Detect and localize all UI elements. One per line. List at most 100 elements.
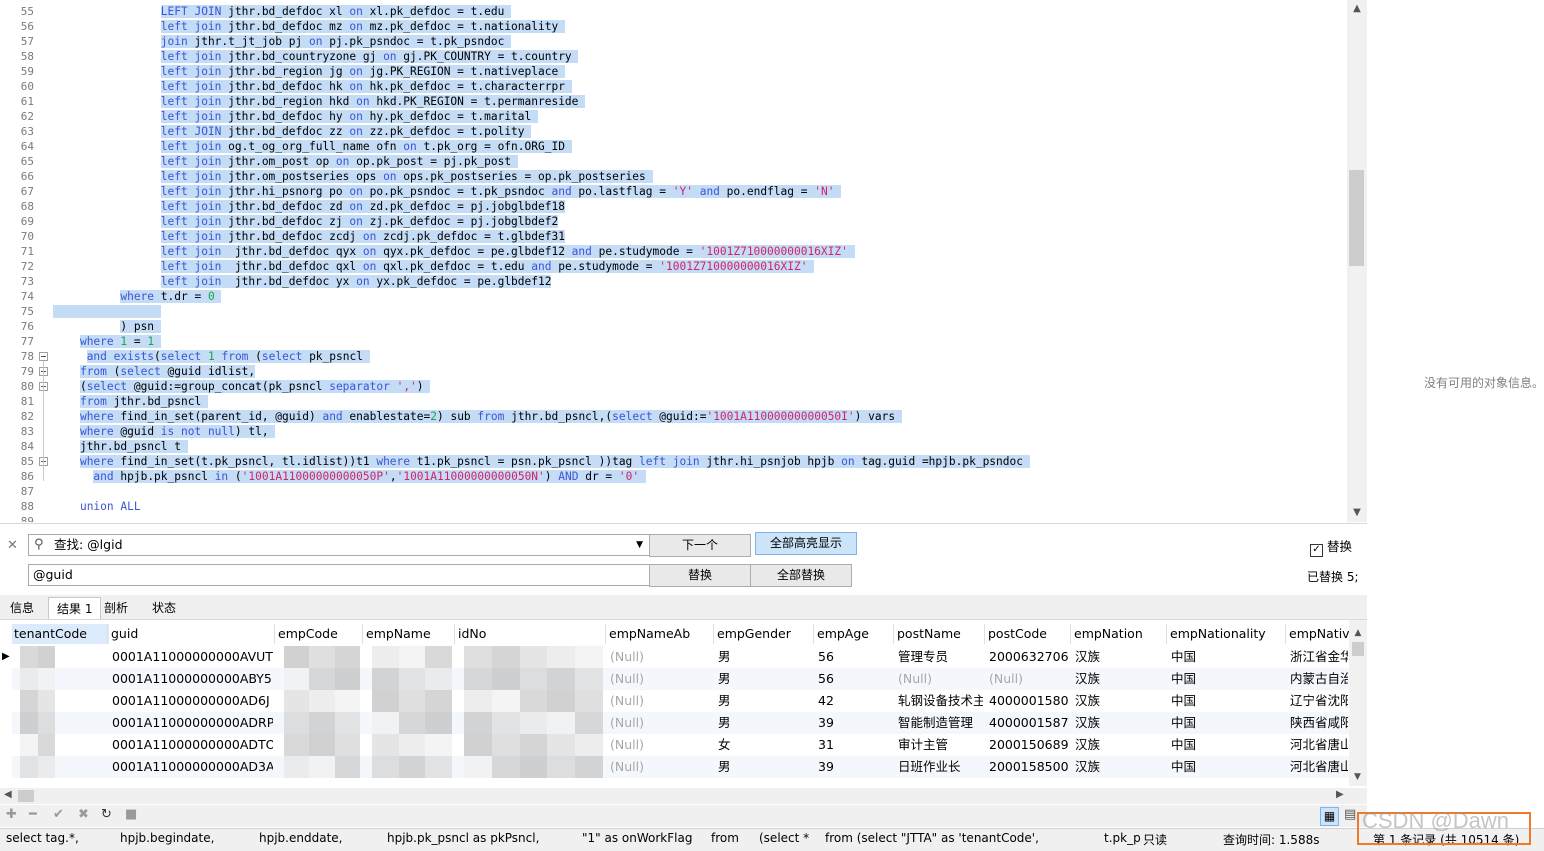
scroll-down-icon[interactable]: ▼ bbox=[1354, 772, 1361, 782]
find-next-button[interactable]: 下一个 bbox=[649, 534, 751, 557]
table-cell[interactable]: (Null) bbox=[898, 668, 983, 690]
column-separator[interactable] bbox=[454, 624, 455, 644]
code-line[interactable]: and hpjb.pk_psncl in ('1001A110000000000… bbox=[53, 469, 646, 484]
table-row[interactable]: 0001A11000000000AVUT (Null) 男 56 管理专员 2000632… bbox=[12, 646, 1349, 668]
column-header[interactable]: empGender bbox=[715, 624, 815, 644]
fold-toggle-icon[interactable] bbox=[39, 352, 48, 361]
scroll-right-icon[interactable]: ▶ bbox=[1336, 789, 1344, 800]
column-header[interactable]: empNameAb bbox=[607, 624, 715, 644]
table-cell[interactable]: 39 bbox=[818, 712, 892, 734]
table-cell[interactable]: 男 bbox=[718, 712, 812, 734]
column-header[interactable]: empCode bbox=[276, 624, 364, 644]
scroll-up-icon[interactable]: ▲ bbox=[1349, 628, 1367, 638]
replace-all-button[interactable]: 全部替换 bbox=[750, 564, 852, 587]
table-cell[interactable]: 中国 bbox=[1171, 734, 1284, 756]
code-line[interactable]: left join og.t_og_org_full_name ofn on t… bbox=[53, 139, 572, 154]
table-cell[interactable]: (Null) bbox=[610, 668, 712, 690]
table-cell[interactable]: (Null) bbox=[610, 646, 712, 668]
editor-vertical-scrollbar[interactable]: ▲ ▼ bbox=[1347, 0, 1367, 522]
code-line[interactable]: left join jthr.om_postseries ops on ops.… bbox=[53, 169, 653, 184]
code-line[interactable]: where find_in_set(parent_id, @guid) and … bbox=[53, 409, 902, 424]
result-grid[interactable]: tenantCode guid empCode empName idNo empNameA… bbox=[0, 620, 1367, 786]
table-cell[interactable]: 汉族 bbox=[1075, 756, 1165, 778]
table-cell[interactable]: 汉族 bbox=[1075, 668, 1165, 690]
table-cell[interactable]: 40000015872 bbox=[989, 712, 1069, 734]
code-line[interactable]: union ALL bbox=[53, 499, 141, 514]
table-cell[interactable]: 男 bbox=[718, 668, 812, 690]
column-separator[interactable] bbox=[984, 624, 985, 644]
table-cell[interactable]: 河北省唐山 bbox=[1290, 734, 1348, 756]
column-separator[interactable] bbox=[107, 624, 108, 644]
table-cell[interactable]: 中国 bbox=[1171, 646, 1284, 668]
table-cell[interactable]: 0001A11000000000ADRP bbox=[112, 712, 273, 734]
code-line[interactable]: where t.dr = 0 bbox=[53, 289, 222, 304]
column-header[interactable]: empNation bbox=[1072, 624, 1168, 644]
table-cell[interactable]: 39 bbox=[818, 756, 892, 778]
table-cell[interactable]: 男 bbox=[718, 756, 812, 778]
grid-vertical-scrollbar[interactable]: ▲ ▼ bbox=[1349, 620, 1367, 786]
table-cell[interactable]: 56 bbox=[818, 668, 892, 690]
table-cell[interactable]: 男 bbox=[718, 646, 812, 668]
code-line[interactable]: left join jthr.bd_defdoc zd on zd.pk_def… bbox=[53, 199, 565, 214]
code-line[interactable]: left join jthr.bd_defdoc mz on mz.pk_def… bbox=[53, 19, 565, 34]
replace-checkbox[interactable]: ✓ 替换 bbox=[1310, 536, 1352, 557]
table-cell[interactable]: 浙江省金华 bbox=[1290, 646, 1348, 668]
apply-icon[interactable]: ✔ bbox=[53, 807, 64, 822]
table-cell[interactable]: 中国 bbox=[1171, 712, 1284, 734]
code-line[interactable]: join jthr.t_jt_job pj on pj.pk_psndoc = … bbox=[53, 34, 512, 49]
code-line[interactable]: left JOIN jthr.bd_defdoc zz on zz.pk_def… bbox=[53, 124, 532, 139]
code-line[interactable]: left join jthr.bd_defdoc yx on yx.pk_def… bbox=[53, 274, 552, 289]
table-cell[interactable]: 日班作业长 bbox=[898, 756, 983, 778]
table-cell[interactable]: 汉族 bbox=[1075, 646, 1165, 668]
table-row[interactable]: 0001A11000000000ADRP (Null) 男 39 智能制造管理 40000… bbox=[12, 712, 1349, 734]
table-cell[interactable]: 轧钢设备技术主管 bbox=[898, 690, 983, 712]
table-cell[interactable]: 内蒙古自治 bbox=[1290, 668, 1348, 690]
code-line[interactable]: and exists(select 1 from (select pk_psnc… bbox=[53, 349, 370, 364]
code-line[interactable]: where 1 = 1 bbox=[53, 334, 161, 349]
code-line[interactable]: left join jthr.bd_defdoc qyx on qyx.pk_d… bbox=[53, 244, 855, 259]
table-row[interactable]: 0001A11000000000ADTO (Null) 女 31 审计主管 2000150… bbox=[12, 734, 1349, 756]
code-line[interactable]: left join jthr.bd_defdoc qxl on qxl.pk_d… bbox=[53, 259, 815, 274]
code-line[interactable]: left join jthr.bd_countryzone gj on gj.P… bbox=[53, 49, 579, 64]
grid-horizontal-scrollbar[interactable]: ◀ ▶ bbox=[0, 788, 1367, 804]
scroll-up-icon[interactable]: ▲ bbox=[1347, 0, 1367, 18]
tab-info[interactable]: 信息 bbox=[2, 597, 42, 619]
code-line[interactable]: left join jthr.hi_psnorg po on po.pk_psn… bbox=[53, 184, 842, 199]
code-line[interactable]: left join jthr.bd_region hkd on hkd.PK_R… bbox=[53, 94, 586, 109]
table-cell[interactable]: 中国 bbox=[1171, 756, 1284, 778]
replace-button[interactable]: 替换 bbox=[649, 564, 751, 587]
delete-record-icon[interactable]: ━ bbox=[29, 807, 37, 822]
column-separator[interactable] bbox=[362, 624, 363, 644]
table-cell[interactable]: 男 bbox=[718, 690, 812, 712]
refresh-icon[interactable]: ↻ bbox=[101, 807, 112, 822]
code-line[interactable]: where find_in_set(t.pk_psncl, tl.idlist)… bbox=[53, 454, 1030, 469]
column-header[interactable]: empNationality bbox=[1168, 624, 1287, 644]
column-separator[interactable] bbox=[893, 624, 894, 644]
column-header[interactable]: guid bbox=[109, 624, 276, 644]
column-separator[interactable] bbox=[1285, 624, 1286, 644]
table-cell[interactable]: 0001A11000000000AD6J bbox=[112, 690, 273, 712]
table-cell[interactable]: 女 bbox=[718, 734, 812, 756]
table-cell[interactable]: 0001A11000000000ADTO bbox=[112, 734, 273, 756]
hscroll-thumb[interactable] bbox=[18, 790, 34, 802]
replace-input[interactable]: @guid bbox=[28, 564, 650, 586]
table-cell[interactable]: (Null) bbox=[610, 712, 712, 734]
table-cell[interactable]: (Null) bbox=[610, 734, 712, 756]
column-separator[interactable] bbox=[1166, 624, 1167, 644]
tab-status[interactable]: 状态 bbox=[144, 597, 184, 619]
table-cell[interactable]: (Null) bbox=[989, 668, 1069, 690]
discard-icon[interactable]: ✖ bbox=[78, 807, 89, 822]
grid-scroll-thumb[interactable] bbox=[1352, 642, 1364, 656]
table-cell[interactable]: 汉族 bbox=[1075, 690, 1165, 712]
column-separator[interactable] bbox=[713, 624, 714, 644]
grid-view-icon[interactable]: ▦ bbox=[1320, 807, 1339, 826]
dropdown-arrow-icon[interactable]: ▼ bbox=[636, 535, 643, 555]
sql-editor[interactable]: 55 56 57 58 59 60 61 62 63 64 65 66 67 68 69 70 71 72 73 74… bbox=[0, 0, 1347, 522]
column-header[interactable]: empNativ bbox=[1287, 624, 1351, 644]
column-separator[interactable] bbox=[605, 624, 606, 644]
code-line[interactable]: left join jthr.bd_defdoc zj on zj.pk_def… bbox=[53, 214, 559, 229]
table-cell[interactable]: 0001A11000000000ABY5 bbox=[112, 668, 273, 690]
tab-profile[interactable]: 剖析 bbox=[96, 597, 136, 619]
table-cell[interactable]: 20006327065 bbox=[989, 646, 1069, 668]
scroll-left-icon[interactable]: ◀ bbox=[4, 789, 12, 800]
